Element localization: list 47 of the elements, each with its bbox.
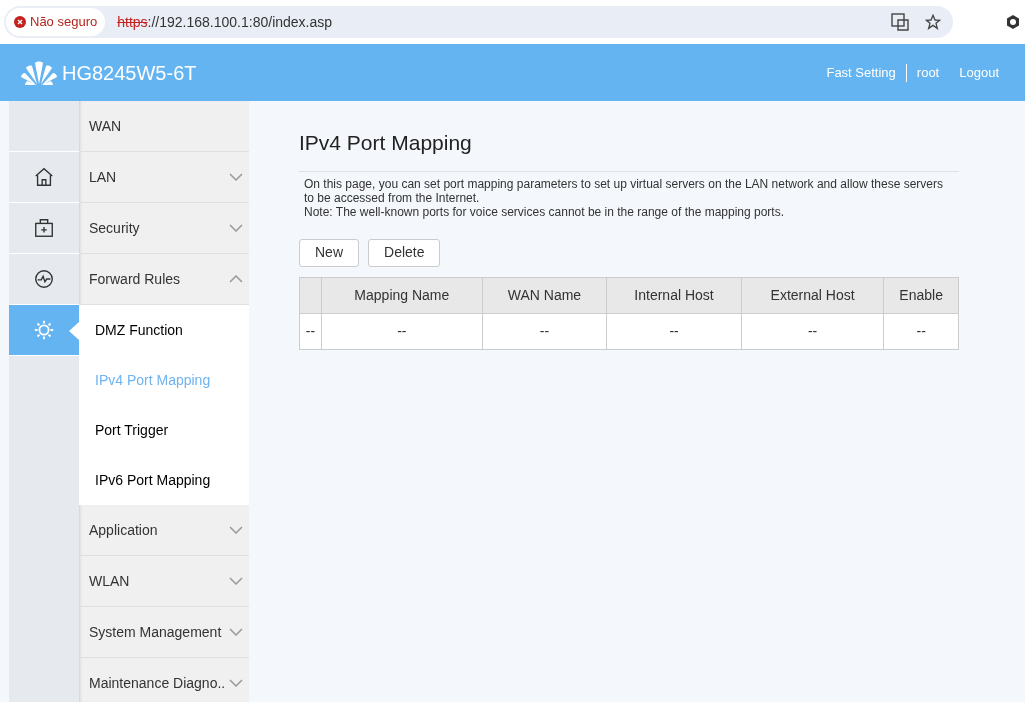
table-cell: -- xyxy=(741,313,884,349)
petal-logo-icon xyxy=(20,59,58,86)
column-header: Internal Host xyxy=(606,277,742,313)
menu-item[interactable]: Application xyxy=(79,505,249,556)
menu-item[interactable]: LAN xyxy=(79,152,249,203)
table-cell: -- xyxy=(299,313,322,349)
table-cell: -- xyxy=(883,313,959,349)
chevron-down-icon xyxy=(229,679,243,687)
column-header xyxy=(299,277,322,313)
chevron-down-icon xyxy=(229,526,243,534)
submenu-item[interactable]: Port Trigger xyxy=(79,405,249,455)
menu-item[interactable]: WLAN xyxy=(79,556,249,607)
chevron-down-icon xyxy=(229,224,243,232)
action-button[interactable]: New xyxy=(299,238,359,267)
description-text: On this page, you can set port mapping parameters to set up virtual servers on the LAN network and allow these servers to be accessed from the Internet. xyxy=(303,176,944,205)
table-cell: -- xyxy=(321,313,483,349)
pulse-icon xyxy=(33,268,55,290)
url-text: ://192.168.100.1:80/index.asp xyxy=(147,12,333,32)
column-header: External Host xyxy=(741,277,884,313)
menu-item[interactable]: System Management xyxy=(79,607,249,658)
table-cell: -- xyxy=(482,313,607,349)
security-label: Não seguro xyxy=(30,13,98,32)
page-title: IPv4 Port Mapping xyxy=(299,127,959,172)
action-button[interactable]: Delete xyxy=(368,238,441,267)
note-text: Note: The well-known ports for voice services cannot be in the range of the mapping ports. xyxy=(303,204,786,219)
chevron-down-icon xyxy=(229,173,243,181)
chevron-up-icon xyxy=(229,275,243,283)
security-chip[interactable]: Não seguro xyxy=(6,8,106,36)
settings-icon xyxy=(33,319,55,341)
product-name: HG8245W5-6T xyxy=(62,60,197,86)
star-icon[interactable] xyxy=(925,14,941,30)
chevron-down-icon xyxy=(229,628,243,636)
chevron-down-icon xyxy=(229,577,243,585)
first-aid-kit-icon xyxy=(33,217,55,239)
submenu-item[interactable]: DMZ Function xyxy=(79,305,249,355)
menu-item[interactable]: WAN xyxy=(79,101,249,152)
home-icon xyxy=(33,166,55,188)
column-header: WAN Name xyxy=(482,277,607,313)
address-bar[interactable]: Não seguro https://192.168.100.1:80/index.asp xyxy=(4,6,953,38)
table-cell: -- xyxy=(606,313,742,349)
menu-item[interactable]: Security xyxy=(79,203,249,254)
submenu-item[interactable]: IPv6 Port Mapping xyxy=(79,455,249,505)
column-header: Mapping Name xyxy=(321,277,483,313)
url-scheme: https xyxy=(117,12,148,32)
menu-item[interactable]: Maintenance Diagno.. xyxy=(79,658,249,702)
column-header: Enable xyxy=(883,277,959,313)
warning-icon xyxy=(14,16,26,28)
